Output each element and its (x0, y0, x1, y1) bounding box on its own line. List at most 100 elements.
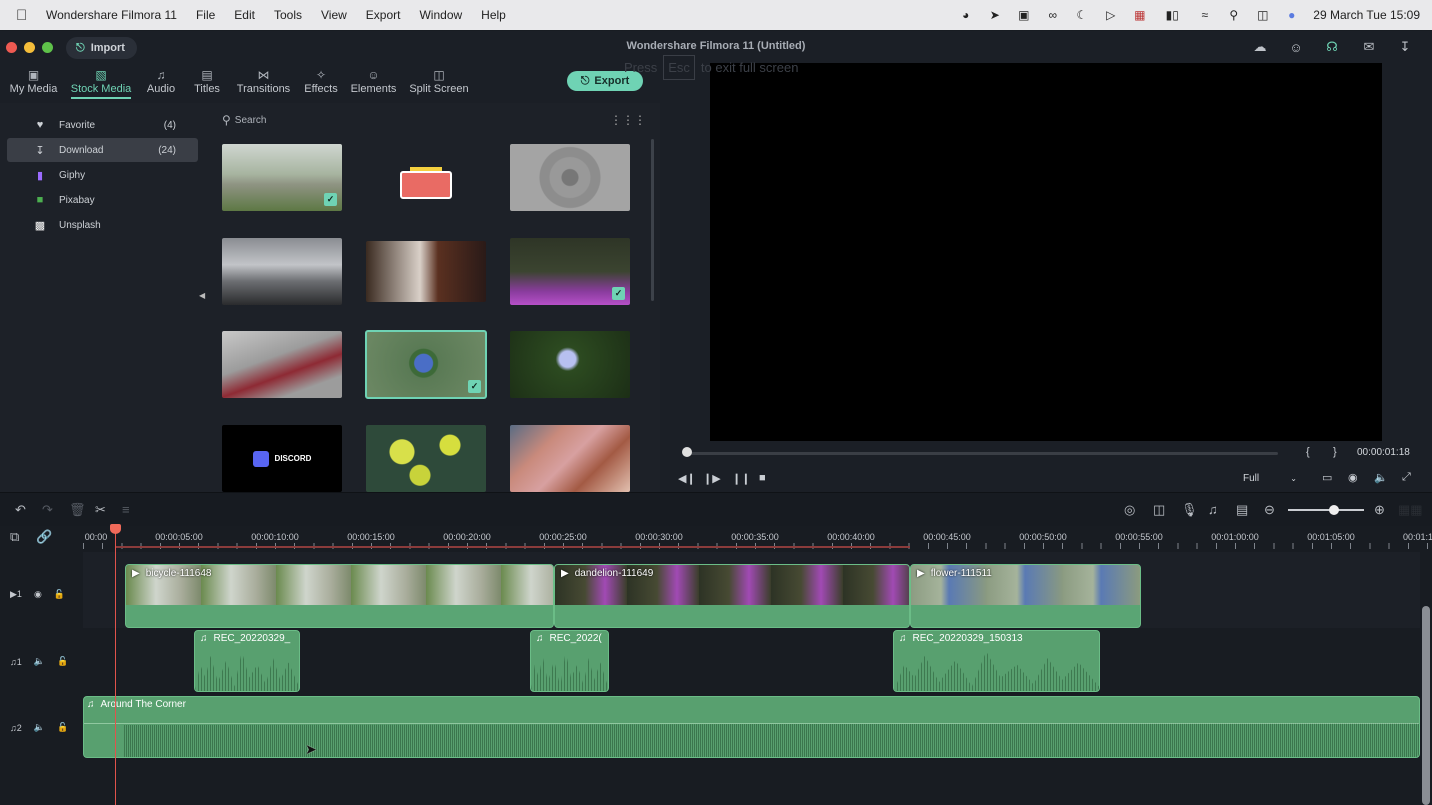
mail-icon[interactable]: ✉ (1361, 39, 1377, 55)
location-icon[interactable]: ➤ (987, 8, 1002, 23)
account-icon[interactable]: ☺ (1288, 39, 1304, 55)
quality-select[interactable]: Full ⌄ (1235, 469, 1305, 487)
media-item-blue-flower[interactable]: ✓ (365, 330, 487, 399)
fullscreen-icon[interactable]: ⤢ (1402, 471, 1411, 484)
redo-icon[interactable]: ↷ (42, 502, 53, 518)
microphone-icon[interactable]: 🎙 (1181, 502, 1198, 518)
audio-clip-rec-3[interactable]: ♫ REC_20220329_150313 (893, 630, 1100, 692)
tab-effects[interactable]: ✧ Effects (300, 63, 342, 103)
audio-clip-around-the-corner[interactable]: ♫ Around The Corner (83, 696, 1420, 758)
play-icon[interactable]: ❙▶ (703, 472, 721, 485)
timeline-vertical-scrollbar[interactable] (1422, 606, 1430, 805)
tab-elements[interactable]: ☺ Elements (342, 63, 405, 103)
menu-window[interactable]: Window (419, 8, 462, 22)
control-center-icon[interactable]: ◫ (1255, 8, 1270, 23)
tab-my-media[interactable]: ▣ My Media (0, 63, 67, 103)
video-clip-flower[interactable]: ▶ flower-111511 (910, 564, 1141, 628)
scrubber-handle[interactable] (682, 447, 692, 457)
tab-titles[interactable]: ▤ Titles (187, 63, 227, 103)
speaker-icon[interactable]: 🔈 (34, 656, 45, 667)
sidebar-item-unsplash[interactable]: ▩ Unsplash (7, 213, 198, 237)
media-item-blue-flower-closeup[interactable] (510, 331, 630, 398)
app-menu[interactable]: Wondershare Filmora 11 (46, 8, 177, 22)
link-icon[interactable]: 🔗 (36, 529, 52, 545)
wifi-icon[interactable]: ≈ (1197, 8, 1212, 23)
lock-icon[interactable]: 🔓 (57, 722, 68, 733)
media-scrollbar[interactable] (651, 139, 654, 301)
search-icon[interactable]: ⚲ (1226, 8, 1241, 23)
lock-icon[interactable]: 🔓 (54, 589, 65, 600)
audio-clip-rec-1[interactable]: ♫ REC_20220329_ (194, 630, 300, 692)
video-preview[interactable] (710, 63, 1382, 441)
support-headset-icon[interactable]: ☊ (1324, 39, 1340, 55)
eye-icon[interactable]: ◉ (34, 589, 42, 600)
menu-file[interactable]: File (196, 8, 215, 22)
volume-line[interactable] (84, 723, 1419, 724)
zoom-slider-handle[interactable] (1329, 505, 1339, 515)
stop-icon[interactable]: ■ (759, 472, 766, 484)
lock-icon[interactable]: 🔓 (57, 656, 68, 667)
sidebar-item-pixabay[interactable]: ■ Pixabay (7, 188, 198, 212)
media-item-crowd[interactable] (366, 241, 486, 302)
menu-help[interactable]: Help (481, 8, 506, 22)
moon-icon[interactable]: ☾ (1074, 8, 1089, 23)
marker-icon[interactable]: ◫ (1153, 502, 1165, 518)
render-preview-icon[interactable]: ◎ (1124, 502, 1135, 518)
sidebar-item-download[interactable]: ↧ Download (24) (7, 138, 198, 162)
playhead-handle[interactable] (110, 524, 121, 534)
menu-export[interactable]: Export (366, 8, 401, 22)
pause-icon[interactable]: ❙❙ (732, 472, 750, 485)
apple-menu-icon[interactable]:  (16, 7, 36, 24)
snapshot-camera-icon[interactable]: ◉ (1348, 471, 1358, 484)
uk-flag-icon[interactable]: ▦ (1132, 8, 1147, 23)
cloud-icon[interactable]: ☁ (1252, 39, 1268, 55)
media-item-discord[interactable]: DISCORD (222, 425, 342, 492)
undo-icon[interactable]: ↶ (15, 502, 26, 518)
zoom-out-icon[interactable]: ⊖ (1264, 502, 1275, 518)
mark-in-icon[interactable]: { (1306, 446, 1310, 458)
tab-audio[interactable]: ♫ Audio (135, 63, 187, 103)
play-circle-icon[interactable]: ▷ (1103, 8, 1118, 23)
audio-clip-rec-2[interactable]: ♫ REC_2022( (530, 630, 609, 692)
download-icon[interactable]: ↧ (1397, 39, 1413, 55)
menu-tools[interactable]: Tools (274, 8, 302, 22)
layout-icon[interactable]: ▦▦ (1398, 502, 1423, 518)
media-item-yellow-leaves[interactable] (366, 425, 486, 492)
siri-icon[interactable]: ● (1284, 8, 1299, 23)
adjust-icon[interactable]: ≡ (122, 502, 130, 517)
tab-stock-media[interactable]: ▧ Stock Media (67, 63, 135, 103)
media-item-red-car[interactable] (222, 331, 342, 398)
grid-view-icon[interactable]: ⋮⋮⋮ (610, 113, 646, 127)
media-item-white-car[interactable] (222, 238, 342, 305)
mark-out-icon[interactable]: } (1333, 446, 1337, 458)
media-item-tire-marks[interactable] (510, 144, 630, 211)
media-search[interactable]: ⚲ Search ⋮⋮⋮ (222, 109, 646, 131)
fit-timeline-icon[interactable]: ▤ (1236, 502, 1248, 518)
zoom-in-icon[interactable]: ⊕ (1374, 502, 1385, 518)
cut-scissors-icon[interactable]: ✂ (95, 502, 106, 518)
vpn-icon[interactable]: ◕ (958, 8, 973, 23)
media-item-birthday-cake[interactable] (366, 144, 486, 211)
video-clip-dandelion[interactable]: ▶ dandelion-111649 (554, 564, 910, 628)
add-track-icon[interactable]: ⧉ (10, 529, 19, 545)
tab-split-screen[interactable]: ◫ Split Screen (405, 63, 473, 103)
playhead-line[interactable] (115, 526, 116, 805)
creative-cloud-icon[interactable]: ∞ (1045, 8, 1060, 23)
volume-icon[interactable]: 🔈 (1374, 471, 1388, 484)
menu-view[interactable]: View (321, 8, 347, 22)
display-icon[interactable]: ▭ (1322, 471, 1332, 484)
media-item-bicycle[interactable]: ✓ (222, 144, 342, 211)
sidebar-item-favorite[interactable]: ♥ Favorite (4) (7, 113, 198, 137)
tab-transitions[interactable]: ⋈ Transitions (227, 63, 300, 103)
preview-scrubber[interactable] (684, 452, 1278, 455)
battery-icon[interactable]: ▮▯ (1161, 8, 1183, 23)
delete-icon[interactable]: 🗑 (69, 502, 86, 518)
media-item-dandelion[interactable]: ✓ (510, 238, 630, 305)
menu-edit[interactable]: Edit (234, 8, 255, 22)
step-back-icon[interactable]: ◀❙ (678, 472, 696, 485)
media-item-autumn-leaves[interactable] (510, 425, 630, 492)
todo-icon[interactable]: ▣ (1016, 8, 1031, 23)
timeline-zoom-slider[interactable] (1288, 509, 1364, 511)
sidebar-item-giphy[interactable]: ▮ Giphy (7, 163, 198, 187)
audio-mixer-icon[interactable]: ♫ (1208, 502, 1218, 517)
